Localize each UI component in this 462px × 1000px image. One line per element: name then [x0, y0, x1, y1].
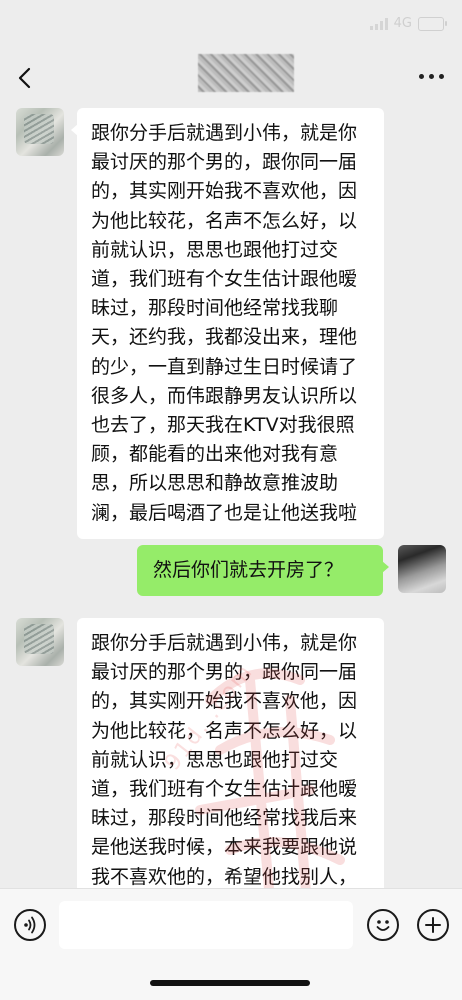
voice-icon	[24, 916, 36, 934]
signal-icon	[369, 17, 388, 30]
nav-bar	[0, 44, 462, 104]
plus-button[interactable]	[417, 909, 449, 941]
chat-screen: 4G 跟你分手后就遇到小伟，就是你最讨厌的那个男的，跟你同一届的，其实刚开始我不…	[0, 0, 462, 1000]
network-type: 4G	[393, 16, 412, 31]
message-bubble-sent[interactable]: 然后你们就去开房了？	[137, 545, 389, 597]
status-indicators: 4G	[369, 16, 447, 31]
contact-name-redacted	[198, 54, 294, 92]
more-button[interactable]	[419, 74, 444, 79]
contact-avatar[interactable]	[16, 108, 64, 156]
back-button[interactable]	[14, 66, 38, 90]
emoji-button[interactable]	[367, 909, 399, 941]
more-dots-icon	[419, 74, 424, 79]
message-text: 然后你们就去开房了？	[153, 559, 344, 581]
contact-avatar[interactable]	[16, 618, 64, 666]
message-bubble-received[interactable]: 跟你分手后就遇到小伟，就是你最讨厌的那个男的，跟你同一届的，其实刚开始我不喜欢他…	[71, 108, 384, 539]
emoji-icon	[376, 920, 390, 931]
message-input[interactable]	[59, 901, 353, 949]
message-text: 跟你分手后就遇到小伟，就是你最讨厌的那个男的，跟你同一届的，其实刚开始我不喜欢他…	[91, 122, 358, 524]
home-indicator[interactable]	[150, 980, 310, 986]
plus-icon	[425, 917, 441, 933]
voice-button[interactable]	[14, 909, 46, 941]
chevron-left-icon	[18, 67, 31, 89]
message-text: 跟你分手后就遇到小伟，就是你最讨厌的那个男的，跟你同一届的，其实刚开始我不喜欢他…	[91, 632, 358, 917]
battery-icon	[418, 16, 447, 31]
my-avatar[interactable]	[398, 545, 446, 593]
status-bar: 4G	[0, 0, 462, 44]
message-bubble-received[interactable]: 跟你分手后就遇到小伟，就是你最讨厌的那个男的，跟你同一届的，其实刚开始我不喜欢他…	[77, 618, 384, 918]
more-dot	[429, 74, 434, 79]
more-dot	[439, 74, 444, 79]
